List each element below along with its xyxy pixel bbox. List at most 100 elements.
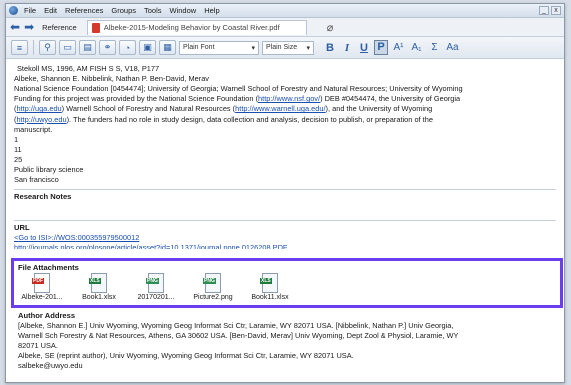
attachment-name: 20170201...: [137, 294, 175, 301]
funding-text-fragment: Funding for this project was provided by…: [14, 94, 259, 104]
window-controls: _ x: [539, 6, 561, 15]
menu-help[interactable]: Help: [204, 6, 219, 15]
address-line: 82071 USA.: [18, 341, 58, 350]
tab-pdf-document[interactable]: Albeke-2015-Modeling Behavior by Coastal…: [86, 19, 307, 35]
funding-text-fragment: ) DEB #0454474, the University of Georgi…: [320, 94, 461, 104]
authors-line: Albeke, Shannon E. Nibbelink, Nathan P. …: [14, 74, 210, 83]
funding-text-fragment: manuscript.: [14, 124, 53, 134]
folder-icon[interactable]: ▭: [59, 40, 76, 55]
address-line: Albeke, SE (reprint author), Univ Wyomin…: [18, 351, 354, 360]
attachment-item[interactable]: PNG 20170201...: [132, 273, 180, 301]
excel-file-icon: XLS: [89, 273, 107, 293]
attachment-item[interactable]: XLS Book1.xlsx: [75, 273, 123, 301]
publisher-value: Public library science: [14, 165, 84, 175]
open-url-icon[interactable]: ◔: [119, 40, 136, 55]
back-arrow-icon[interactable]: ⬅: [10, 21, 20, 33]
pdf-file-icon: PDF: [32, 273, 50, 293]
excel-file-icon: XLS: [260, 273, 278, 293]
font-select[interactable]: Plain Font ▾: [179, 40, 259, 55]
section-divider: [14, 220, 556, 222]
formatting-toolbar: ≡ ⚲ ▭ ▤ ⚭ ◔ ▣ ▦ Plain Font ▾ Plain Size …: [6, 37, 564, 59]
file-attachments-section: File Attachments PDF Albeke-201... XLS B…: [11, 258, 563, 308]
paperclip-icon[interactable]: ⌀: [327, 21, 334, 34]
attachment-item[interactable]: PNG Picture2.png: [189, 273, 237, 301]
menu-window[interactable]: Window: [170, 6, 197, 15]
uwyo-link[interactable]: http://uwyo.edu: [16, 115, 66, 124]
attachment-name: Book11.xlsx: [251, 294, 289, 301]
bold-button[interactable]: B: [323, 42, 337, 54]
funding-line: National Science Foundation [0454474]; U…: [14, 84, 463, 93]
app-logo-icon: [9, 6, 18, 15]
funding-text: National Science Foundation [0454474]; U…: [14, 84, 463, 134]
attach-file-icon[interactable]: ⚲: [39, 40, 56, 55]
symbol-button[interactable]: Σ: [427, 42, 442, 53]
section-divider: [14, 189, 556, 191]
file-type-tag: XLS: [260, 278, 272, 284]
url-label: URL: [14, 223, 30, 233]
size-select-value: Plain Size: [266, 44, 298, 51]
attachment-name: Picture2.png: [193, 294, 233, 301]
menu-bar: File Edit References Groups Tools Window…: [6, 4, 564, 18]
subscript-button[interactable]: A₁: [409, 42, 424, 53]
cited-reference-line: Stekoll MS, 1996, AM FISH S S, V18, P177: [17, 64, 160, 73]
size-select[interactable]: Plain Size ▾: [262, 40, 314, 55]
research-notes-field[interactable]: [14, 202, 556, 216]
superscript-button[interactable]: A¹: [391, 42, 406, 53]
close-button[interactable]: x: [551, 6, 561, 15]
author-address-section: Author Address [Albeke, Shannon E.] Univ…: [18, 309, 558, 371]
funding-text-fragment: ). The funders had no role in study desi…: [66, 114, 433, 124]
warnell-link[interactable]: http://www.warnell.uga.edu/: [235, 104, 325, 113]
field-value: 11: [14, 145, 22, 155]
field-value: 25: [14, 155, 23, 165]
nsf-link[interactable]: http://www.nsf.gov/: [258, 94, 320, 103]
menu-references[interactable]: References: [65, 6, 103, 15]
font-select-value: Plain Font: [183, 44, 215, 51]
chevron-down-icon: ▾: [306, 44, 310, 52]
email-reference-icon[interactable]: ▦: [159, 40, 176, 55]
field-value: 1: [14, 135, 19, 145]
attachment-item[interactable]: PDF Albeke-201...: [18, 273, 66, 301]
uga-link[interactable]: http://uga.edu: [16, 104, 61, 113]
tab-pdf-label: Albeke-2015-Modeling Behavior by Coastal…: [103, 23, 280, 32]
image-file-icon: PNG: [203, 273, 221, 293]
address-line: [Albeke, Shannon E.] Univ Wyoming, Wyomi…: [18, 321, 454, 330]
attachment-name: Albeke-201...: [21, 294, 63, 301]
address-line: Warnell Sch Forestry & Nat Resources, At…: [18, 331, 459, 340]
menu-groups[interactable]: Groups: [111, 6, 136, 15]
copy-formatted-icon[interactable]: ▣: [139, 40, 156, 55]
file-type-tag: XLS: [89, 278, 101, 284]
file-type-tag: PNG: [146, 278, 159, 284]
attachment-list: PDF Albeke-201... XLS Book1.xlsx PNG 201…: [18, 273, 556, 301]
author-address-title: Author Address: [18, 311, 76, 320]
attach-figure-icon[interactable]: ▤: [79, 40, 96, 55]
isi-link[interactable]: <Go to ISI>://WOS:000355979500012: [14, 233, 556, 243]
endnote-window: File Edit References Groups Tools Window…: [5, 3, 565, 383]
menu-edit[interactable]: Edit: [44, 6, 57, 15]
toolbar-divider: [33, 40, 34, 55]
tab-reference[interactable]: Reference: [42, 23, 77, 32]
chevron-down-icon: ▾: [251, 44, 255, 52]
email-line: salbeke@uwyo.edu: [18, 361, 83, 370]
funding-text-fragment: ) Warnell School of Forestry and Natural…: [61, 104, 236, 114]
underline-button[interactable]: U: [357, 42, 371, 54]
find-text-icon[interactable]: ⚭: [99, 40, 116, 55]
forward-arrow-icon[interactable]: ➡: [24, 21, 34, 33]
attachment-name: Book1.xlsx: [82, 294, 116, 301]
image-file-icon: PNG: [146, 273, 164, 293]
file-type-tag: PNG: [203, 278, 216, 284]
file-type-tag: PDF: [32, 278, 44, 284]
minimize-button[interactable]: _: [539, 6, 549, 15]
place-published-value: San francisco: [14, 175, 59, 185]
tab-bar: ⬅ ➡ Reference Albeke-2015-Modeling Behav…: [6, 18, 564, 37]
plain-text-button[interactable]: P: [374, 40, 388, 55]
pdf-icon: [91, 22, 100, 33]
research-notes-label: Research Notes: [14, 192, 72, 202]
change-case-button[interactable]: Aa: [445, 42, 460, 53]
menu-tools[interactable]: Tools: [144, 6, 162, 15]
attachment-item[interactable]: XLS Book11.xlsx: [246, 273, 294, 301]
funding-text-fragment: ), and the University of Wyoming: [325, 104, 433, 114]
layout-icon[interactable]: ≡: [11, 40, 28, 55]
pdf-url-link[interactable]: http://journals.plos.org/plosone/article…: [14, 243, 556, 249]
menu-file[interactable]: File: [24, 6, 36, 15]
italic-button[interactable]: I: [340, 42, 354, 54]
